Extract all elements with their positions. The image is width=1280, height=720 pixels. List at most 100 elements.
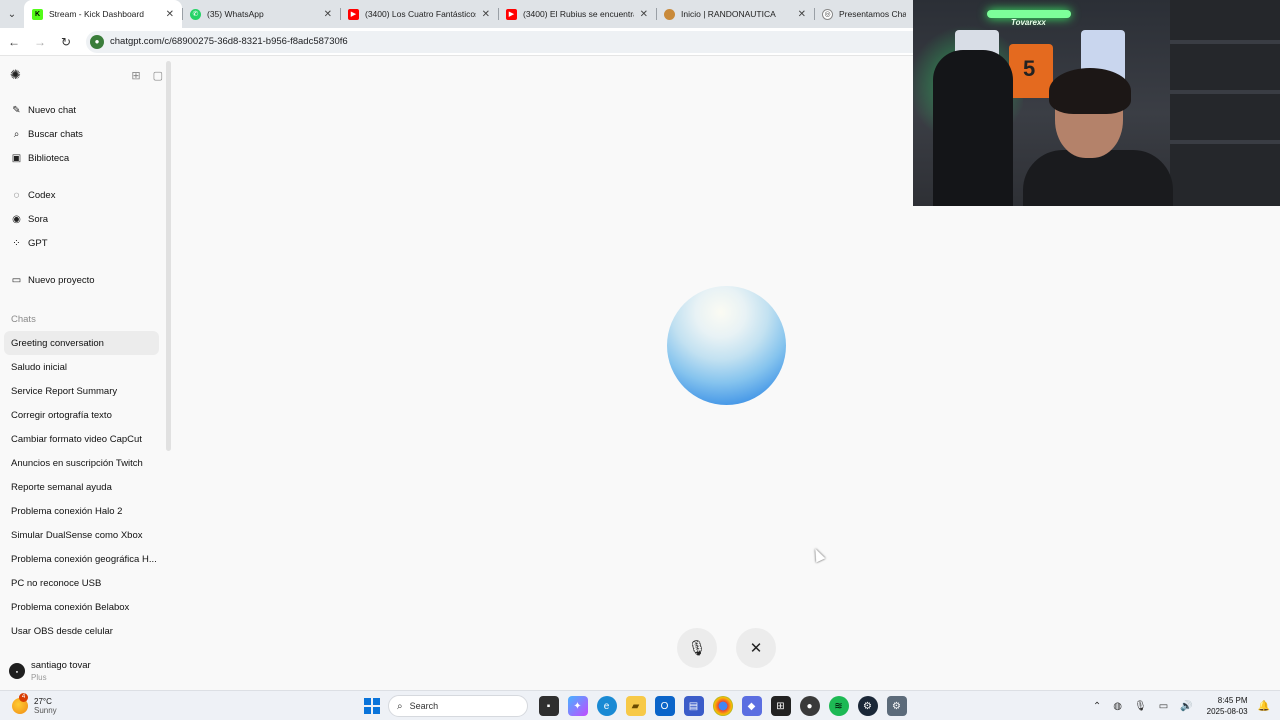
- end-voice-button[interactable]: ✕: [736, 628, 776, 668]
- forward-arrow-icon[interactable]: →: [28, 30, 52, 54]
- site-info-icon[interactable]: ●: [90, 34, 104, 49]
- tab-whatsapp[interactable]: ✆ (35) WhatsApp ✕: [182, 0, 340, 28]
- tab-title: (3400) Los Cuatro Fantásticos |: [365, 9, 476, 19]
- tab-presentamos-chatgpt[interactable]: ◎ Presentamos ChatGP: [814, 0, 914, 28]
- taskbar-search-box[interactable]: ⌕ Search: [388, 695, 528, 717]
- edge-icon[interactable]: e: [596, 696, 617, 716]
- sidebar-item-new-chat[interactable]: ✎ Nuevo chat: [0, 98, 173, 122]
- shelf: [1170, 0, 1280, 206]
- tab-search-menu-icon[interactable]: ⌄: [0, 0, 24, 28]
- openai-icon: ◎: [822, 8, 833, 20]
- sidebar-item-codex[interactable]: ◌ Codex: [0, 183, 173, 207]
- obs-icon[interactable]: ●: [799, 696, 820, 716]
- chat-history-item[interactable]: Anuncios en suscripción Twitch: [4, 451, 159, 475]
- file-explorer-icon[interactable]: ▰: [625, 696, 646, 716]
- user-plan: Plus: [31, 673, 47, 682]
- chat-history-item[interactable]: Problema conexión Belabox: [4, 595, 159, 619]
- chat-history-item[interactable]: Problema conexión geográfica H...: [4, 547, 159, 571]
- weather-widget[interactable]: 4 27°C Sunny: [12, 692, 92, 715]
- grid-view-icon[interactable]: ⊞: [131, 69, 140, 82]
- tab-randonautica[interactable]: Inicio | RANDONAUTICA ✕: [656, 0, 814, 28]
- notification-badge: 4: [19, 692, 28, 702]
- close-tab-icon[interactable]: ✕: [324, 9, 332, 20]
- outlook-icon[interactable]: O: [654, 696, 675, 716]
- sidebar-item-label: Nuevo chat: [28, 104, 77, 116]
- openai-logo-icon[interactable]: ✺: [10, 68, 24, 82]
- sidebar-item-label: GPT: [28, 237, 48, 249]
- chat-history-item[interactable]: Saludo inicial: [4, 355, 159, 379]
- tab-youtube-cuatro-fantasticos[interactable]: ▶ (3400) Los Cuatro Fantásticos | ✕: [340, 0, 498, 28]
- spotify-icon[interactable]: ≋: [828, 696, 849, 716]
- system-clock[interactable]: 8:45 PM 2025-08-03: [1207, 695, 1248, 717]
- led-sign-text: Tovarexx: [1011, 18, 1046, 27]
- settings-gear-icon[interactable]: ⚙: [886, 696, 907, 716]
- codex-icon: ◌: [13, 189, 20, 201]
- close-tab-icon[interactable]: ✕: [166, 9, 174, 20]
- chat-history-item[interactable]: Corregir ortografía texto: [4, 403, 159, 427]
- chat-history-list: Greeting conversation Saludo inicial Servi…: [0, 331, 173, 643]
- sidebar-scrollbar[interactable]: [166, 61, 171, 451]
- chat-history-item[interactable]: PC no reconoce USB: [4, 571, 159, 595]
- weather-condition: Sunny: [34, 705, 57, 715]
- chevron-up-icon[interactable]: ⌃: [1093, 701, 1101, 712]
- tab-title: (35) WhatsApp: [207, 9, 264, 19]
- chat-history-item[interactable]: Greeting conversation: [4, 331, 159, 355]
- toggle-sidebar-icon[interactable]: ▢: [153, 69, 163, 82]
- close-tab-icon[interactable]: ✕: [482, 9, 490, 20]
- close-tab-icon[interactable]: ✕: [640, 9, 648, 20]
- tab-youtube-rubius[interactable]: ▶ (3400) El Rubius se encuentra c ✕: [498, 0, 656, 28]
- youtube-icon: ▶: [506, 8, 517, 20]
- sidebar-item-label: Codex: [28, 189, 56, 201]
- sidebar-item-library[interactable]: ▣ Biblioteca: [0, 146, 173, 170]
- chrome-icon[interactable]: [712, 696, 733, 716]
- person-body: [1023, 150, 1173, 206]
- jersey-orange: 5: [1009, 44, 1053, 98]
- clock-time: 8:45 PM: [1217, 696, 1248, 705]
- edit-icon: ✎: [12, 104, 21, 116]
- sidebar-item-gpt[interactable]: ⁘ GPT: [0, 231, 173, 255]
- steam-icon[interactable]: ⚙: [857, 696, 878, 716]
- sidebar-header: ✺ ⊞ ▢: [0, 57, 173, 93]
- user-name: santiago tovar: [31, 660, 91, 671]
- system-tray: ⌃ ◍ 🎙 ▭ 🔊 8:45 PM 2025-08-03 🔔: [1087, 691, 1280, 720]
- microphone-tray-icon[interactable]: 🎙: [1134, 701, 1147, 712]
- chat-history-item[interactable]: Usar OBS desde celular: [4, 619, 159, 643]
- copilot-icon[interactable]: ✦: [567, 696, 588, 716]
- sidebar-item-sora[interactable]: ◉ Sora: [0, 207, 173, 231]
- tab-title: Stream - Kick Dashboard: [49, 9, 144, 19]
- pinned-app-grid-icon[interactable]: ⊞: [770, 696, 791, 716]
- user-account-button[interactable]: ● santiago tovar Plus: [0, 652, 173, 690]
- led-sign: [987, 10, 1071, 18]
- sora-icon: ◉: [12, 213, 21, 225]
- kick-icon: K: [32, 8, 43, 20]
- sidebar-item-new-project[interactable]: ▭ Nuevo proyecto: [0, 268, 173, 292]
- volume-icon[interactable]: 🔊: [1180, 701, 1192, 712]
- library-icon: ▣: [11, 152, 22, 164]
- chat-history-item[interactable]: Simular DualSense como Xbox: [4, 523, 159, 547]
- jersey-number: 5: [1023, 56, 1036, 81]
- sidebar-item-label: Sora: [28, 213, 49, 225]
- tab-kick-dashboard[interactable]: K Stream - Kick Dashboard ✕: [24, 0, 182, 28]
- back-arrow-icon[interactable]: ←: [2, 30, 26, 54]
- store-icon[interactable]: ▤: [683, 696, 704, 716]
- task-view-icon[interactable]: ▪: [538, 696, 559, 716]
- pinned-app-icon[interactable]: ◆: [741, 696, 762, 716]
- network-icon[interactable]: ▭: [1159, 701, 1168, 712]
- chat-history-item[interactable]: Problema conexión Halo 2: [4, 499, 159, 523]
- microphone-icon: 🎙: [687, 640, 707, 657]
- tray-app-icon[interactable]: ◍: [1113, 701, 1122, 712]
- microphone-button[interactable]: 🎙: [677, 628, 717, 668]
- gpt-grid-icon: ⁘: [12, 237, 21, 249]
- windows-start-icon[interactable]: [364, 698, 380, 714]
- chat-history-item[interactable]: Reporte semanal ayuda: [4, 475, 159, 499]
- whatsapp-icon: ✆: [190, 8, 201, 20]
- sidebar-item-label: Buscar chats: [28, 128, 83, 140]
- chat-history-item[interactable]: Cambiar formato video CapCut: [4, 427, 159, 451]
- chat-history-item[interactable]: Service Report Summary: [4, 379, 159, 403]
- weather-temperature: 27°C: [34, 696, 52, 706]
- chats-section-header: Chats: [11, 313, 36, 325]
- reload-icon[interactable]: ↻: [54, 30, 78, 54]
- sidebar-item-search-chats[interactable]: ⌕ Buscar chats: [0, 122, 173, 146]
- close-tab-icon[interactable]: ✕: [798, 9, 806, 20]
- notification-bell-icon[interactable]: 🔔: [1258, 701, 1270, 712]
